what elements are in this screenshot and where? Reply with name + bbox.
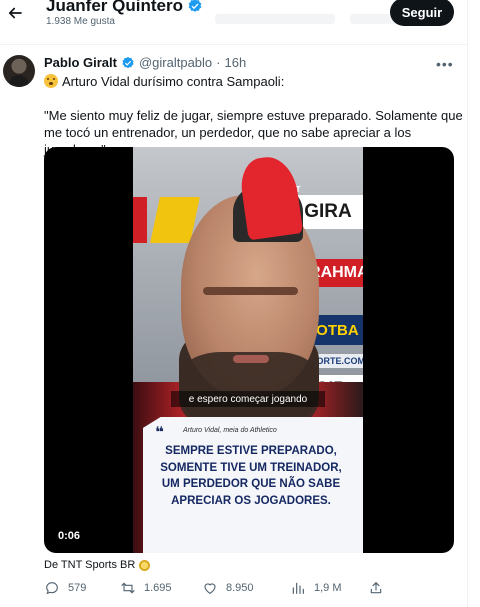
column-divider [467,0,468,607]
likes-count: 1.938 Me gusta [46,16,115,27]
profile-name-text: Juanfer Quintero [46,0,183,15]
avatar[interactable] [3,55,35,87]
views-count: 1,9 M [314,582,342,594]
reply-icon [46,582,58,595]
quote-mark-icon: ❝ [155,424,164,441]
quote-card-text: SEMPRE ESTIVE PREPARADO, SOMENTE TIVE UM… [160,445,342,507]
like-button[interactable]: 8.950 [202,580,254,596]
author-handle[interactable]: @giraltpablo [139,55,212,70]
profile-name: Juanfer Quintero [46,0,203,16]
video-timestamp: 0:06 [58,530,81,542]
post-text-line: Arturo Vidal durísimo contra Sampaoli: [44,73,284,90]
post-author-line: Pablo Giralt @giraltpablo · 16h [44,55,246,70]
views-button[interactable]: 1,9 M [290,580,342,596]
verified-icon [188,0,202,12]
repost-icon [121,582,135,594]
video-frame: GIRA TNT SPORTS BRAHMA FOOTBA BDASORTE.C… [133,147,363,553]
views-icon [292,582,304,594]
like-icon [204,583,216,594]
quote-speaker: Arturo Vidal, meia do Athletico [183,427,277,434]
post-time[interactable]: 16h [225,55,247,70]
follow-button[interactable]: Seguir [390,0,454,26]
video-caption: e espero começar jogando [171,391,325,407]
back-arrow-icon[interactable] [6,4,24,22]
video-source[interactable]: De TNT Sports BR [44,559,151,571]
video-source-text[interactable]: De TNT Sports BR [44,559,135,571]
action-bar: 579 1.695 8.950 1,9 M [44,580,464,600]
profile-header: Juanfer Quintero 1.938 Me gusta Seguir [0,0,468,40]
post-text-intro: Arturo Vidal durísimo contra Sampaoli: [62,74,285,89]
like-count: 8.950 [226,582,254,594]
header-divider [0,44,468,45]
share-button[interactable] [368,580,384,596]
reply-count: 579 [68,582,87,594]
repost-button[interactable]: 1.695 [120,580,172,596]
repost-count: 1.695 [144,582,172,594]
flushed-face-icon [44,74,58,88]
share-icon [370,582,382,594]
gold-badge-icon [139,559,151,571]
author-name[interactable]: Pablo Giralt [44,55,117,70]
video-player[interactable]: GIRA TNT SPORTS BRAHMA FOOTBA BDASORTE.C… [44,147,454,553]
more-icon[interactable]: ••• [436,56,454,72]
faded-tab [215,14,335,24]
reply-button[interactable]: 579 [44,580,86,596]
separator-dot: · [216,55,221,70]
verified-icon [122,56,134,68]
